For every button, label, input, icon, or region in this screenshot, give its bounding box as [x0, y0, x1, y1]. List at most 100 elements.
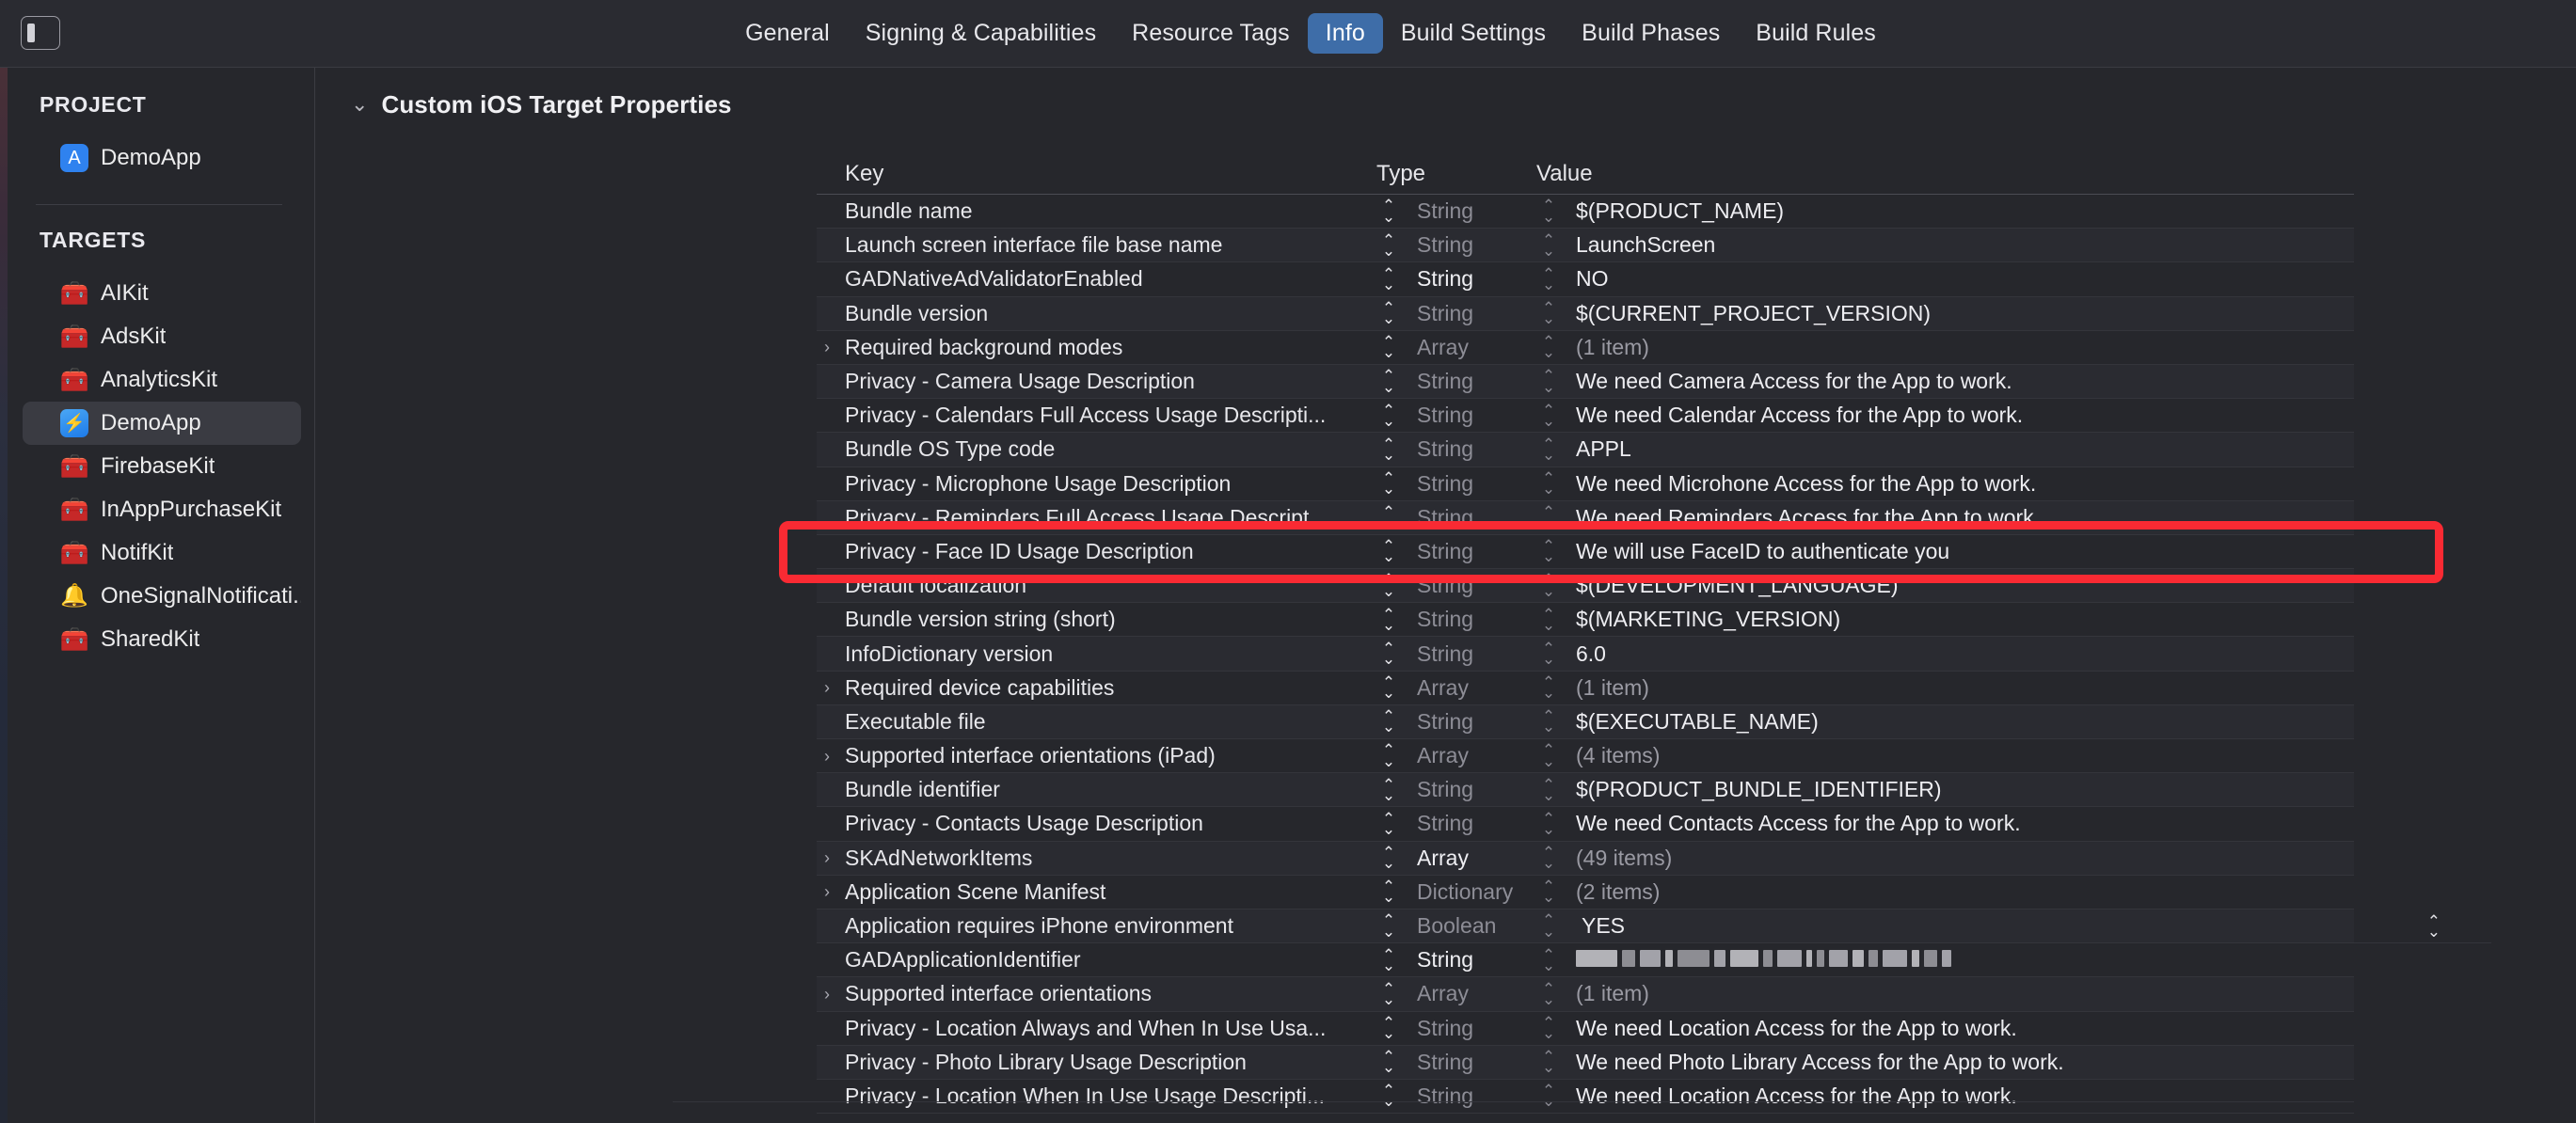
cell-value[interactable]: We need Location Access for the App to w…: [1561, 1016, 2354, 1041]
key-stepper-icon[interactable]: ⌃ ⌄: [1376, 776, 1401, 803]
key-stepper-icon[interactable]: ⌃ ⌄: [1376, 708, 1401, 735]
key-stepper-icon[interactable]: ⌃ ⌄: [1376, 1083, 1401, 1110]
column-header-value[interactable]: Value: [1536, 161, 2354, 187]
table-row[interactable]: ›Privacy - Reminders Full Access Usage D…: [817, 500, 2354, 535]
table-row[interactable]: ›Default localization⌃⌄String⌃⌄$(DEVELOP…: [817, 569, 2354, 604]
sidebar-item-demoapp[interactable]: A DemoApp: [23, 136, 301, 180]
cell-value[interactable]: $(EXECUTABLE_NAME): [1561, 709, 2354, 735]
chevron-right-icon[interactable]: ›: [817, 748, 845, 765]
type-stepper-icon[interactable]: ⌃ ⌄: [1536, 1049, 1561, 1076]
key-stepper-icon[interactable]: ⌃ ⌄: [1376, 606, 1401, 633]
table-row[interactable]: ›Privacy - Calendars Full Access Usage D…: [817, 399, 2354, 434]
chevron-right-icon[interactable]: ›: [817, 986, 845, 1003]
key-stepper-icon[interactable]: ⌃ ⌄: [1376, 368, 1401, 395]
type-stepper-icon[interactable]: ⌃ ⌄: [1536, 641, 1561, 668]
type-stepper-icon[interactable]: ⌃ ⌄: [1536, 1015, 1561, 1042]
key-stepper-icon[interactable]: ⌃ ⌄: [1376, 266, 1401, 293]
key-stepper-icon[interactable]: ⌃ ⌄: [1376, 981, 1401, 1008]
cell-type[interactable]: String: [1401, 403, 1536, 428]
cell-type[interactable]: Array: [1401, 743, 1536, 768]
cell-value[interactable]: (1 item): [1561, 981, 2354, 1006]
table-row[interactable]: › Supported interface orientations (iPad)…: [817, 739, 2354, 774]
cell-type[interactable]: String: [1401, 947, 1536, 973]
type-stepper-icon[interactable]: ⌃ ⌄: [1536, 572, 1561, 599]
type-stepper-icon[interactable]: ⌃ ⌄: [1536, 674, 1561, 702]
sidebar-item-firebasekit[interactable]: 🧰 FirebaseKit: [23, 445, 301, 488]
cell-value[interactable]: (1 item): [1561, 675, 2354, 701]
tab-general[interactable]: General: [727, 13, 848, 54]
key-stepper-icon[interactable]: ⌃ ⌄: [1376, 1049, 1401, 1076]
tab-info[interactable]: Info: [1307, 13, 1383, 54]
type-stepper-icon[interactable]: ⌃ ⌄: [1536, 742, 1561, 769]
chevron-down-icon[interactable]: ⌄: [351, 93, 368, 115]
cell-type[interactable]: String: [1401, 539, 1536, 564]
key-stepper-icon[interactable]: ⌃ ⌄: [1376, 436, 1401, 464]
type-stepper-icon[interactable]: ⌃ ⌄: [1536, 845, 1561, 872]
table-row[interactable]: ›Launch screen interface file base name⌃…: [817, 229, 2354, 263]
type-stepper-icon[interactable]: ⌃ ⌄: [1536, 402, 1561, 429]
chevron-right-icon[interactable]: ›: [817, 849, 845, 866]
sidebar-item-onesignalnotificati[interactable]: 🔔 OneSignalNotificati...: [23, 575, 301, 618]
key-stepper-icon[interactable]: ⌃ ⌄: [1376, 538, 1401, 565]
cell-value[interactable]: $(PRODUCT_BUNDLE_IDENTIFIER): [1561, 777, 2354, 802]
key-stepper-icon[interactable]: ⌃ ⌄: [1376, 572, 1401, 599]
key-stepper-icon[interactable]: ⌃ ⌄: [1376, 402, 1401, 429]
sidebar-item-analyticskit[interactable]: 🧰 AnalyticsKit: [23, 358, 301, 402]
cell-value[interactable]: We need Location Access for the App to w…: [1561, 1083, 2354, 1109]
cell-value-redacted[interactable]: [1561, 947, 2354, 973]
type-stepper-icon[interactable]: ⌃ ⌄: [1536, 436, 1561, 464]
sidebar-toggle-icon[interactable]: [21, 16, 60, 50]
chevron-right-icon[interactable]: ›: [817, 679, 845, 696]
type-stepper-icon[interactable]: ⌃ ⌄: [1536, 266, 1561, 293]
cell-type[interactable]: Array: [1401, 981, 1536, 1006]
type-stepper-icon[interactable]: ⌃ ⌄: [1536, 300, 1561, 327]
chevron-right-icon[interactable]: ›: [817, 339, 845, 356]
table-row[interactable]: ›InfoDictionary version⌃⌄String⌃⌄6.0: [817, 637, 2354, 672]
table-row[interactable]: ›Privacy - Location Always and When In U…: [817, 1012, 2354, 1046]
cell-value[interactable]: $(PRODUCT_NAME): [1561, 198, 2354, 224]
cell-value[interactable]: APPL: [1561, 436, 2354, 462]
sidebar-item-adskit[interactable]: 🧰 AdsKit: [23, 315, 301, 358]
cell-value[interactable]: (4 items): [1561, 743, 2354, 768]
key-stepper-icon[interactable]: ⌃ ⌄: [1376, 504, 1401, 531]
sidebar-item-sharedkit[interactable]: 🧰 SharedKit: [23, 618, 301, 661]
cell-value[interactable]: LaunchScreen: [1561, 232, 2354, 258]
table-row[interactable]: › Required device capabilities ⌃ ⌄ Array ⌃ ⌄ (1…: [817, 672, 2354, 705]
cell-value[interactable]: $(CURRENT_PROJECT_VERSION): [1561, 301, 2354, 326]
cell-type[interactable]: String: [1401, 777, 1536, 802]
key-stepper-icon[interactable]: ⌃ ⌄: [1376, 811, 1401, 838]
cell-type[interactable]: Dictionary: [1401, 879, 1536, 905]
type-stepper-icon[interactable]: ⌃ ⌄: [1536, 981, 1561, 1008]
table-row[interactable]: ›Bundle OS Type code⌃⌄String⌃⌄APPL: [817, 433, 2354, 467]
cell-value[interactable]: We need Contacts Access for the App to w…: [1561, 811, 2354, 836]
cell-type[interactable]: String: [1401, 471, 1536, 497]
cell-type[interactable]: String: [1401, 811, 1536, 836]
type-stepper-icon[interactable]: ⌃ ⌄: [1536, 946, 1561, 973]
cell-type[interactable]: String: [1401, 266, 1536, 292]
cell-value[interactable]: $(DEVELOPMENT_LANGUAGE): [1561, 573, 2354, 598]
cell-type[interactable]: String: [1401, 436, 1536, 462]
cell-value[interactable]: We need Photo Library Access for the App…: [1561, 1050, 2354, 1075]
type-stepper-icon[interactable]: ⌃ ⌄: [1536, 231, 1561, 259]
table-row[interactable]: ›Application requires iPhone environment…: [817, 909, 2491, 944]
cell-type[interactable]: String: [1401, 1050, 1536, 1075]
key-stepper-icon[interactable]: ⌃ ⌄: [1376, 300, 1401, 327]
type-stepper-icon[interactable]: ⌃ ⌄: [1536, 606, 1561, 633]
table-row[interactable]: ›Privacy - Face ID Usage Description⌃⌄St…: [817, 535, 2354, 570]
cell-value[interactable]: We need Reminders Access for the App to …: [1561, 505, 2354, 530]
tab-signing-capabilities[interactable]: Signing & Capabilities: [848, 13, 1114, 54]
type-stepper-icon[interactable]: ⌃ ⌄: [1536, 776, 1561, 803]
cell-type[interactable]: String: [1401, 505, 1536, 530]
type-stepper-icon[interactable]: ⌃ ⌄: [1536, 878, 1561, 906]
key-stepper-icon[interactable]: ⌃ ⌄: [1376, 845, 1401, 872]
value-stepper-icon[interactable]: ⌃ ⌄: [2427, 912, 2441, 940]
key-stepper-icon[interactable]: ⌃ ⌄: [1376, 231, 1401, 259]
cell-type[interactable]: String: [1401, 1016, 1536, 1041]
table-row[interactable]: ›Bundle identifier⌃⌄String⌃⌄$(PRODUCT_BU…: [817, 773, 2354, 808]
cell-type[interactable]: String: [1401, 573, 1536, 598]
table-row[interactable]: ›Privacy - Contacts Usage Description⌃⌄S…: [817, 807, 2354, 842]
tab-resource-tags[interactable]: Resource Tags: [1114, 13, 1308, 54]
key-stepper-icon[interactable]: ⌃ ⌄: [1376, 742, 1401, 769]
sidebar-item-notifkit[interactable]: 🧰 NotifKit: [23, 531, 301, 575]
key-stepper-icon[interactable]: ⌃ ⌄: [1376, 912, 1401, 940]
